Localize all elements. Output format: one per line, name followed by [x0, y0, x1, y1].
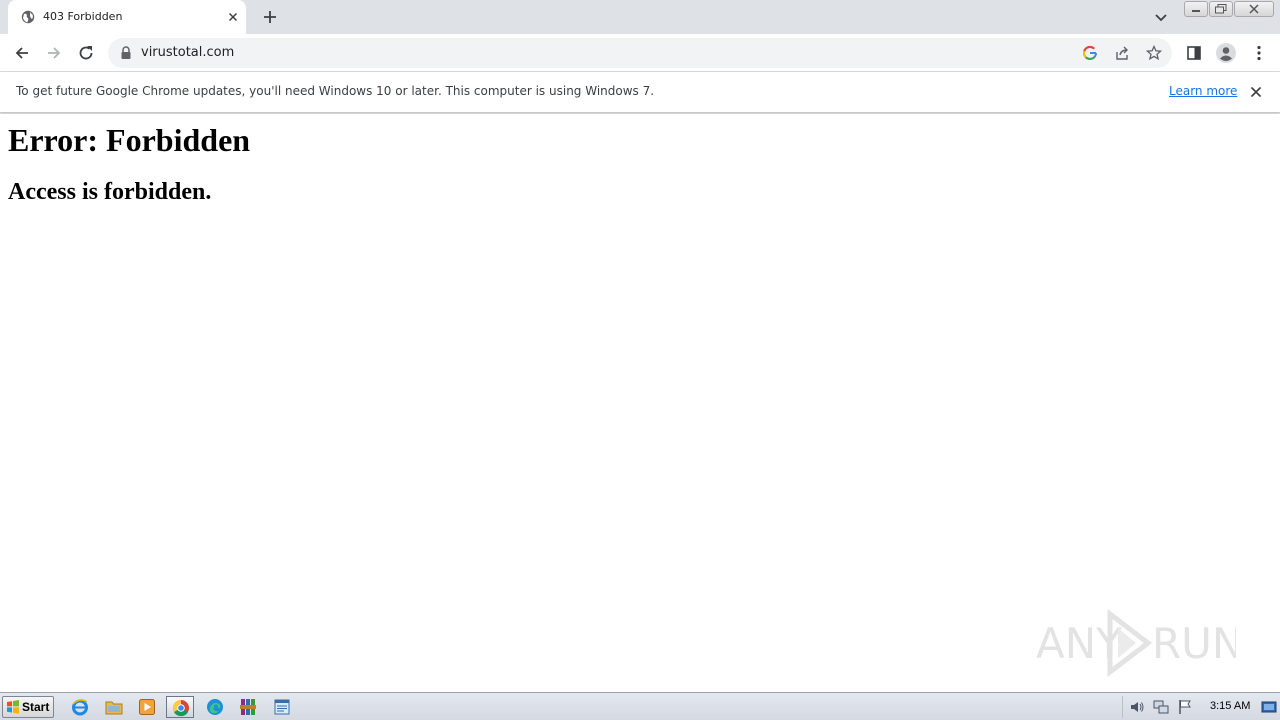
taskbar-notepad[interactable] — [268, 696, 296, 718]
taskbar-winrar[interactable] — [234, 696, 262, 718]
new-tab-icon[interactable] — [260, 7, 280, 27]
tab-strip: 403 Forbidden — [0, 0, 1280, 34]
internet-explorer-icon — [72, 699, 88, 716]
system-tray: 3:15 AM — [1122, 696, 1278, 718]
browser-tab[interactable]: 403 Forbidden — [8, 0, 246, 34]
browser-toolbar: virustotal.com — [0, 34, 1280, 72]
taskbar-media-player[interactable] — [133, 696, 161, 718]
restore-icon — [1215, 4, 1227, 14]
windows-logo-icon — [7, 700, 19, 714]
windows-taskbar: Start 3:15 AM — [0, 692, 1280, 720]
profile-avatar-icon[interactable] — [1215, 42, 1237, 64]
taskbar-chrome[interactable] — [166, 696, 194, 718]
file-explorer-icon — [105, 701, 123, 715]
share-icon[interactable] — [1114, 45, 1130, 61]
action-center-flag-icon[interactable] — [1177, 699, 1193, 715]
taskbar-edge[interactable] — [201, 696, 229, 718]
chevron-down-icon[interactable] — [1152, 8, 1170, 26]
lock-icon[interactable] — [120, 46, 132, 60]
error-message: Access is forbidden. — [8, 179, 212, 205]
reload-icon[interactable] — [76, 43, 96, 63]
network-icon[interactable] — [1153, 699, 1169, 715]
edge-icon — [207, 699, 223, 715]
watermark-text-right: RUN — [1152, 619, 1236, 668]
taskbar-clock[interactable]: 3:15 AM — [1210, 700, 1250, 713]
taskbar-file-explorer[interactable] — [100, 696, 128, 718]
close-icon[interactable] — [1249, 85, 1263, 99]
anyrun-watermark-logo: ANY RUN — [1036, 608, 1236, 678]
google-icon[interactable] — [1082, 45, 1098, 61]
winrar-icon — [240, 699, 256, 715]
taskbar-internet-explorer[interactable] — [66, 696, 94, 718]
close-window-button[interactable] — [1234, 1, 1274, 17]
side-panel-icon[interactable] — [1184, 43, 1204, 63]
notepad-icon — [274, 699, 290, 715]
address-bar[interactable]: virustotal.com — [108, 38, 1172, 68]
close-tab-icon[interactable] — [226, 10, 240, 24]
tab-title: 403 Forbidden — [43, 10, 123, 23]
start-button[interactable]: Start — [2, 696, 54, 718]
globe-icon — [21, 10, 35, 24]
forward-icon[interactable] — [44, 43, 64, 63]
bookmark-star-icon[interactable] — [1146, 45, 1162, 61]
close-icon — [1249, 4, 1259, 14]
infobar-message: To get future Google Chrome updates, you… — [16, 84, 655, 98]
media-player-icon — [139, 699, 155, 715]
menu-kebab-icon[interactable] — [1249, 43, 1269, 63]
start-label: Start — [22, 700, 50, 714]
learn-more-link[interactable]: Learn more — [1169, 84, 1237, 98]
minimize-button[interactable] — [1184, 1, 1208, 17]
volume-icon[interactable] — [1129, 699, 1145, 715]
show-desktop-icon[interactable] — [1261, 699, 1277, 715]
minimize-icon — [1192, 10, 1200, 12]
update-infobar: To get future Google Chrome updates, you… — [0, 72, 1280, 113]
restore-button[interactable] — [1209, 1, 1233, 17]
page-title: Error: Forbidden — [8, 122, 251, 158]
chrome-icon — [172, 699, 189, 717]
url-text: virustotal.com — [141, 45, 235, 60]
page-content: Error: Forbidden Access is forbidden. AN… — [0, 114, 1280, 692]
back-icon[interactable] — [12, 43, 32, 63]
